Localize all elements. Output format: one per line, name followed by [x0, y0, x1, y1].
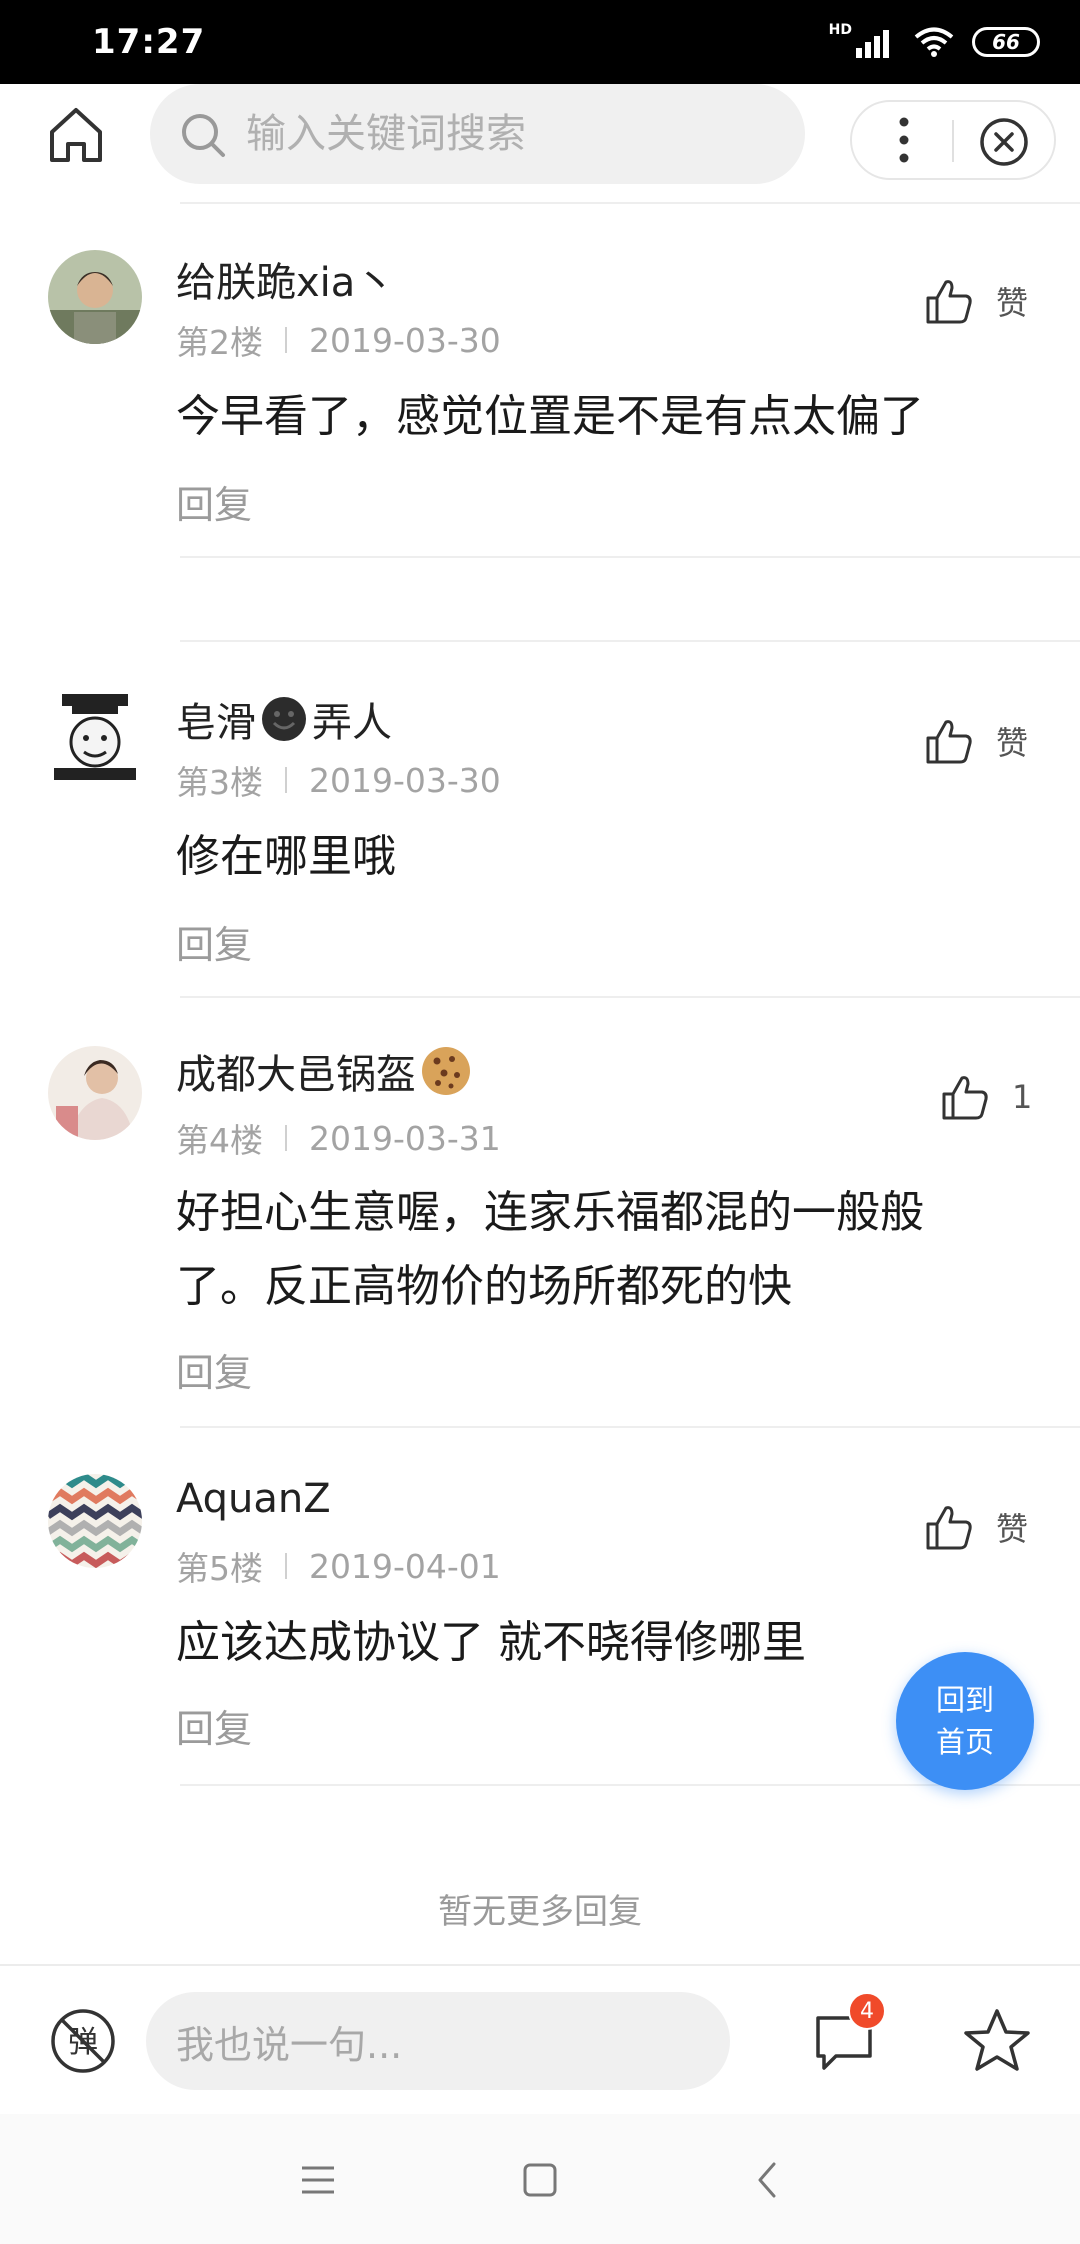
- top-nav: [0, 84, 1080, 202]
- smile-emoji-icon: [262, 697, 306, 741]
- reply-input-placeholder: 我也说一句...: [176, 2022, 403, 2067]
- like-button[interactable]: 赞: [924, 1502, 1028, 1552]
- search-input[interactable]: [246, 102, 766, 166]
- no-more-replies: 暂无更多回复: [438, 1892, 642, 1932]
- meta-separator: [285, 327, 287, 353]
- meta-separator: [285, 767, 287, 793]
- system-nav-bar: [0, 2114, 1080, 2244]
- reply-button[interactable]: 回复: [176, 914, 252, 969]
- meta-separator: [285, 1553, 287, 1579]
- comment-date: 2019-03-30: [309, 760, 501, 800]
- reply-button[interactable]: 回复: [176, 474, 252, 529]
- username-text: 成都大邑锅盔: [176, 1052, 416, 1098]
- avatar[interactable]: [48, 250, 142, 344]
- reply-button[interactable]: 回复: [176, 1342, 252, 1397]
- comment-meta: 第3楼 2019-03-30: [176, 756, 501, 804]
- home-icon[interactable]: [46, 104, 106, 164]
- comment-item: 成都大邑锅盔 第4楼 2019-03-31 好担心生意喔，连家乐福都混的一般般了…: [0, 1040, 1080, 1430]
- comment-date: 2019-04-01: [309, 1546, 501, 1586]
- username[interactable]: 成都大邑锅盔: [176, 1042, 472, 1100]
- divider: [180, 1426, 1080, 1428]
- username[interactable]: 给朕跪xia丶: [176, 250, 395, 308]
- divider: [180, 202, 1080, 204]
- back-to-home-button[interactable]: 回到 首页: [896, 1652, 1034, 1790]
- back-icon[interactable]: [746, 2158, 790, 2202]
- avatar[interactable]: [48, 1474, 142, 1568]
- mini-program-capsule: [850, 100, 1056, 180]
- more-options-icon[interactable]: [882, 112, 926, 168]
- comment-meta: 第4楼 2019-03-31: [176, 1114, 501, 1162]
- reply-button[interactable]: 回复: [176, 1698, 252, 1753]
- comment-date: 2019-03-30: [309, 320, 501, 360]
- comment-text: 今早看了，感觉位置是不是有点太偏了: [176, 391, 924, 442]
- search-bar[interactable]: [150, 84, 805, 184]
- username-part: 皂滑: [176, 700, 256, 746]
- thumbs-up-icon: [926, 1506, 972, 1550]
- divider: [180, 996, 1080, 998]
- like-button[interactable]: 赞: [924, 716, 1028, 766]
- comment-text: 应该达成协议了 就不晓得修哪里: [176, 1617, 806, 1668]
- network-type-label: HD: [828, 22, 852, 38]
- floor-label: 第3楼: [176, 763, 263, 802]
- username[interactable]: 皂滑 弄人: [176, 690, 392, 748]
- avatar[interactable]: [48, 1046, 142, 1140]
- status-bar: 17:27 HD 66: [0, 0, 1080, 84]
- username[interactable]: AquanZ: [176, 1476, 331, 1522]
- comment-meta: 第2楼 2019-03-30: [176, 316, 501, 364]
- status-time: 17:27: [92, 22, 206, 62]
- comment-item: 皂滑 弄人 第3楼 2019-03-30 修在哪里哦 回复 赞: [0, 680, 1080, 1000]
- search-icon: [182, 114, 225, 157]
- like-button[interactable]: 1: [940, 1072, 1032, 1122]
- divider: [180, 556, 1080, 558]
- capsule-divider: [952, 120, 954, 162]
- close-icon[interactable]: [978, 116, 1030, 168]
- reply-input[interactable]: 我也说一句...: [146, 1992, 730, 2090]
- like-label: 赞: [996, 724, 1029, 762]
- floor-label: 第2楼: [176, 323, 263, 362]
- like-label: 赞: [996, 284, 1029, 322]
- floor-label: 第4楼: [176, 1121, 263, 1160]
- signal-icon: [856, 30, 889, 58]
- divider: [180, 640, 1080, 642]
- avatar-image: [48, 690, 142, 784]
- avatar-image: [48, 1046, 142, 1140]
- avatar-image: [48, 250, 142, 344]
- danmu-off-icon[interactable]: 弹: [50, 2008, 116, 2074]
- comment-meta: 第5楼 2019-04-01: [176, 1542, 501, 1590]
- battery-level: 66: [992, 30, 1020, 54]
- thumbs-up-icon: [926, 720, 972, 764]
- bottom-action-bar: 弹 我也说一句... 4: [0, 1964, 1080, 2114]
- home-square-icon[interactable]: [518, 2158, 562, 2202]
- star-icon[interactable]: [962, 2006, 1032, 2076]
- wifi-icon: [914, 27, 954, 57]
- status-icons: HD 66: [829, 22, 1040, 62]
- avatar[interactable]: [48, 690, 142, 784]
- comment-item: 给朕跪xia丶 第2楼 2019-03-30 今早看了，感觉位置是不是有点太偏了…: [0, 240, 1080, 560]
- like-count: 1: [1012, 1078, 1033, 1116]
- username-part: 弄人: [312, 700, 392, 746]
- avatar-image: [48, 1474, 142, 1568]
- comment-text: 好担心生意喔，连家乐福都混的一般般了。反正高物价的场所都死的快: [176, 1187, 924, 1312]
- back-to-home-line1: 回到: [935, 1683, 994, 1717]
- menu-icon[interactable]: [296, 2158, 340, 2202]
- battery-icon: 66: [972, 27, 1040, 57]
- comment-count-badge: 4: [848, 1992, 886, 2030]
- comment-text: 修在哪里哦: [176, 831, 396, 882]
- floor-label: 第5楼: [176, 1549, 263, 1588]
- cookie-emoji-icon: [422, 1047, 470, 1095]
- app: 17:27 HD 66 输入关键词搜索 给朕跪xia丶 第2楼 2019-03-…: [0, 0, 1080, 2244]
- back-to-home-line2: 首页: [935, 1725, 994, 1759]
- like-label: 赞: [996, 1510, 1029, 1548]
- comment-date: 2019-03-31: [309, 1118, 501, 1158]
- thumbs-up-icon: [942, 1076, 988, 1120]
- like-button[interactable]: 赞: [924, 276, 1028, 326]
- meta-separator: [285, 1125, 287, 1151]
- thumbs-up-icon: [926, 280, 972, 324]
